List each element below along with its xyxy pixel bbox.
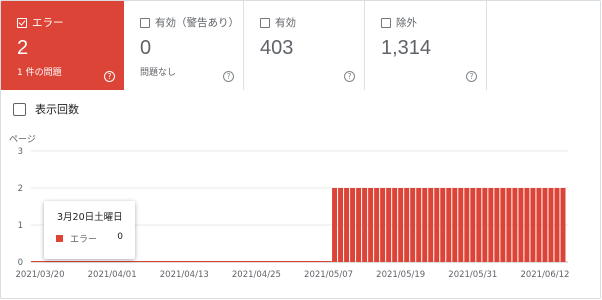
error-bar <box>404 188 410 262</box>
error-bar <box>560 188 566 262</box>
error-bar <box>524 188 530 262</box>
x-tick-label: 2021/03/20 <box>16 270 65 280</box>
error-bar <box>410 188 416 262</box>
tile-excluded-label: 除外 <box>396 17 417 29</box>
error-bar <box>428 188 434 262</box>
error-bar <box>488 188 494 262</box>
error-bar <box>344 188 350 262</box>
tooltip-series-value: 0 <box>117 232 123 242</box>
impressions-toggle-label: 表示回数 <box>35 103 79 116</box>
error-bar <box>422 188 428 262</box>
error-bar <box>332 188 338 262</box>
y-tick-label: 1 <box>18 221 23 231</box>
tile-excluded[interactable]: 除外 1,314 ? <box>365 1 487 90</box>
error-bar <box>482 188 488 262</box>
x-tick-label: 2021/05/31 <box>448 270 497 280</box>
error-bar <box>446 188 452 262</box>
tile-valid-header: 有効 <box>260 15 296 30</box>
tile-error-header: エラー <box>17 15 64 30</box>
checkbox-unchecked-icon[interactable] <box>260 17 270 28</box>
tile-valid-warning-header: 有効（警告あり） <box>140 15 239 30</box>
error-bar <box>440 188 446 262</box>
error-bar <box>368 188 374 262</box>
checkbox-unchecked-icon[interactable] <box>381 17 391 28</box>
tile-valid-warning-label: 有効（警告あり） <box>155 17 239 29</box>
error-bar <box>470 188 476 262</box>
x-tick-label: 2021/04/13 <box>160 270 209 280</box>
help-icon[interactable]: ? <box>223 71 234 82</box>
error-bar <box>500 188 506 262</box>
tile-valid-count: 403 <box>260 37 294 59</box>
tile-excluded-count: 1,314 <box>381 37 432 59</box>
error-bar <box>476 188 482 262</box>
y-tick-label: 2 <box>18 184 23 194</box>
tile-error-subtitle: 1 件の問題 <box>17 68 62 78</box>
tile-valid-label: 有効 <box>275 17 296 29</box>
error-bar <box>386 188 392 262</box>
tooltip-series-swatch <box>56 235 63 242</box>
x-tick-label: 2021/04/25 <box>232 270 281 280</box>
help-icon[interactable]: ? <box>344 71 355 82</box>
tile-error-label: エラー <box>32 17 64 29</box>
error-bar <box>398 188 404 262</box>
chart-tooltip: 3月20日土曜日 エラー 0 <box>44 201 135 259</box>
tooltip-date: 3月20日土曜日 <box>57 212 123 223</box>
error-bar <box>380 188 386 262</box>
error-bar <box>458 188 464 262</box>
tile-valid-warning[interactable]: 有効（警告あり） 0 問題なし ? <box>124 1 244 90</box>
x-tick-label: 2021/04/01 <box>88 270 137 280</box>
tile-valid-warning-count: 0 <box>140 37 152 59</box>
error-bar <box>350 188 356 262</box>
x-tick-label: 2021/05/07 <box>304 270 353 280</box>
error-bar <box>464 188 470 262</box>
error-bar <box>392 188 398 262</box>
error-bar <box>416 188 422 262</box>
checkbox-checked-icon[interactable] <box>17 17 27 28</box>
error-bar <box>548 188 554 262</box>
error-bar <box>362 188 368 262</box>
tile-excluded-header: 除外 <box>381 15 417 30</box>
y-tick-label: 3 <box>18 147 23 157</box>
checkbox-unchecked-icon[interactable] <box>140 17 150 28</box>
error-bar <box>356 188 362 262</box>
tooltip-series-label: エラー <box>70 235 98 245</box>
error-bar <box>518 188 524 262</box>
error-bar <box>512 188 518 262</box>
error-bar <box>554 188 560 262</box>
help-icon[interactable]: ? <box>466 71 477 82</box>
error-bar <box>542 188 548 262</box>
error-bar <box>506 188 512 262</box>
error-bar <box>452 188 458 262</box>
index-coverage-card: エラー 2 1 件の問題 ? 有効（警告あり） 0 問題なし ? 有効 403 … <box>0 0 601 299</box>
tile-error[interactable]: エラー 2 1 件の問題 ? <box>1 1 124 90</box>
error-bar <box>494 188 500 262</box>
error-bar <box>536 188 542 262</box>
error-bar <box>434 188 440 262</box>
tile-error-count: 2 <box>17 37 29 59</box>
impressions-toggle[interactable]: 表示回数 <box>13 101 79 117</box>
error-bar <box>374 188 380 262</box>
x-tick-label: 2021/05/19 <box>376 270 425 280</box>
status-tiles: エラー 2 1 件の問題 ? 有効（警告あり） 0 問題なし ? 有効 403 … <box>1 1 487 90</box>
error-bar <box>338 188 344 262</box>
y-tick-label: 0 <box>18 258 23 268</box>
tile-valid[interactable]: 有効 403 ? <box>244 1 365 90</box>
tile-valid-warning-subtitle: 問題なし <box>140 68 177 78</box>
checkbox-unchecked-icon[interactable] <box>13 102 26 116</box>
help-icon[interactable]: ? <box>104 71 115 82</box>
x-tick-label: 2021/06/12 <box>520 270 569 280</box>
error-bar <box>530 188 536 262</box>
